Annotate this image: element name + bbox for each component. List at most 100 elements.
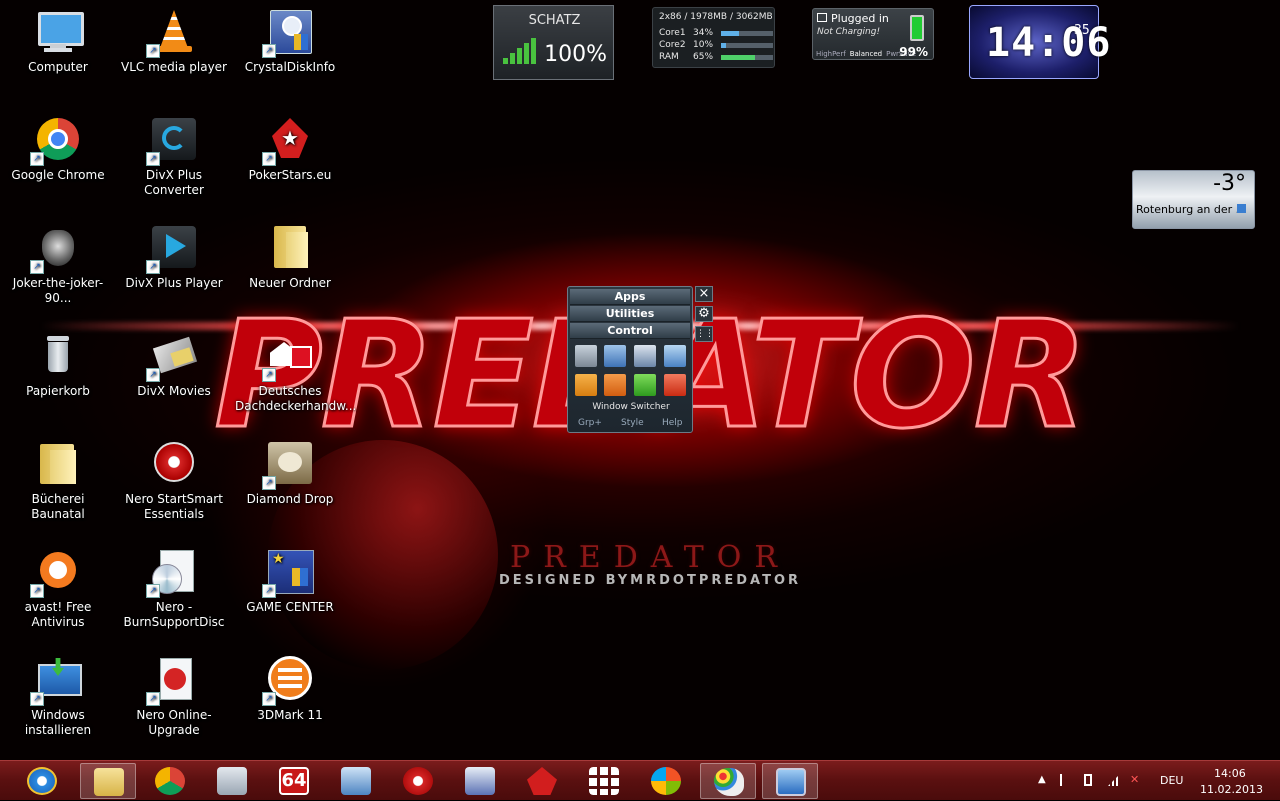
desktop-icon-pokerstars[interactable]: ★ ↗ PokerStars.eu [235,116,345,183]
power-mode-balanced[interactable]: Balanced [850,50,882,58]
weather-gadget[interactable]: -3° Rotenburg an der ... [1132,170,1255,229]
launcher-tab-utilities[interactable]: Utilities [570,306,690,322]
taskbar-calculator[interactable] [204,763,260,799]
clock-time: 14:06 [986,20,1112,66]
desktop-icon-game-center[interactable]: ★ ↗ GAME CENTER [235,548,345,615]
desktop-icon-neuer-ordner[interactable]: Neuer Ordner [235,224,345,291]
desktop-icon-divx-player[interactable]: ↗ DivX Plus Player [119,224,229,291]
input-language[interactable]: DEU [1160,774,1183,787]
taskbar-64bit[interactable]: 64 [266,763,322,799]
lock-icon[interactable] [575,374,597,396]
calculator-icon [217,767,247,795]
file-explorer-icon [94,768,124,796]
desktop-icon-nero-burnsupport[interactable]: ↗ Nero - BurnSupportDisc [119,548,229,630]
volume-muted-icon[interactable]: ✕ [1130,774,1142,786]
network-icon[interactable] [664,345,686,367]
desktop-icon-vlc[interactable]: ↗ VLC media player [119,8,229,75]
launcher-tab-control[interactable]: Control [570,323,690,339]
taskbar-paint[interactable] [700,763,756,799]
desktop-icon-label: DivX Plus Converter [144,168,204,197]
taskbar-chrome[interactable] [142,763,198,799]
action-center-flag-icon[interactable] [1060,774,1074,786]
wrench-icon[interactable]: ⚙ [695,306,713,322]
power-tray-icon[interactable] [1084,774,1092,786]
taskbar-remote-desktop[interactable] [762,763,818,799]
cpu-row-bar-fill [721,43,727,48]
desktop-icon-label: DivX Movies [137,384,211,398]
power-mode-highperf[interactable]: HighPerf [816,50,846,58]
web-shortcut-icon: ↗ [262,332,314,382]
taskbar-file-explorer[interactable] [80,763,136,799]
desktop-icon-label: Papierkorb [26,384,90,398]
clock-gadget[interactable]: 14:06 35 [969,5,1110,79]
shutdown-icon[interactable] [664,374,686,396]
desktop-icon-divx-movies[interactable]: ↗ DivX Movies [119,332,229,399]
desktop-icon-diamond-drop[interactable]: ↗ Diamond Drop [235,440,345,507]
taskbar: 64 ▲ ✕ DEU 14:06 11.02.2013 [0,760,1280,800]
launcher-gadget[interactable]: Apps Utilities Control Window Switcher G… [567,286,693,433]
tray-clock-date[interactable]: 11.02.2013 [1200,783,1263,796]
disc-burner-icon [465,767,495,795]
cpu-row-bar [721,43,773,48]
divx-movies-icon: ↗ [146,332,198,382]
taskbar-metro-apps[interactable] [576,763,632,799]
desktop-icon-buecherei[interactable]: Bücherei Baunatal [3,440,113,522]
taskbar-pokerstars[interactable] [514,763,570,799]
power-icon[interactable] [604,374,626,396]
taskbar-disc-burner[interactable] [452,763,508,799]
desktop-icon-computer[interactable]: Computer [3,8,113,75]
folder-icon[interactable] [604,345,626,367]
launcher-footer-style[interactable]: Style [621,418,644,428]
desktop-icon-windows-install[interactable]: ↗ Windows installieren [3,656,113,738]
network-signal-icon[interactable] [1108,774,1120,786]
taskbar-windows[interactable] [638,763,694,799]
desktop-icon-nero-upgrade[interactable]: ↗ Nero Online-Upgrade [119,656,229,738]
close-icon[interactable]: × [695,286,713,302]
desktop-icon-label: Deutsches Dachdeckerhandw... [235,384,357,413]
display-icon[interactable] [634,345,656,367]
show-hidden-icons-icon[interactable]: ▲ [1038,774,1050,786]
windows-install-icon: ↗ [30,656,82,706]
taskbar-internet-explorer[interactable] [14,763,70,799]
desktop-icon-dachdecker[interactable]: ↗ Deutsches Dachdeckerhandw... [235,332,357,414]
cpu-row-bar-fill [721,31,739,36]
desktop-icon-joker[interactable]: ↗ Joker-the-joker-90... [3,224,113,306]
desktop-icon-chrome[interactable]: ↗ Google Chrome [3,116,113,183]
taskbar-nero[interactable] [390,763,446,799]
tray-clock-time[interactable]: 14:06 [1214,767,1246,780]
nero-icon [403,767,433,795]
folder-icon [34,440,82,488]
battery-gadget[interactable]: Plugged in Not Charging! HighPerf Balance… [812,8,934,60]
restart-icon[interactable] [634,374,656,396]
paint-icon [714,768,744,796]
desktop-icon-recycle-bin[interactable]: Papierkorb [3,332,113,399]
desktop-icon-label: Nero - BurnSupportDisc [123,600,225,629]
launcher-footer-help[interactable]: Help [662,418,683,428]
desktop-icon-3dmark[interactable]: ↗ 3DMark 11 [235,656,345,723]
taskbar-network-settings[interactable] [328,763,384,799]
cpu-row-label: Core2 [659,40,686,50]
desktop-icon-label: CrystalDiskInfo [244,60,336,74]
window-switcher-label[interactable]: Window Switcher [568,402,694,412]
windows-logo-icon [651,767,681,795]
system-tray: ▲ ✕ DEU 14:06 11.02.2013 [1030,761,1280,801]
desktop-icon-crystaldiskinfo[interactable]: ↗ CrystalDiskInfo [235,8,345,75]
cpu-row-value: 34% [693,28,714,38]
wallpaper-credit: DESIGNED BYMRDOTPREDATOR [498,573,802,588]
cpu-row-bar-fill [721,55,755,60]
wifi-gadget[interactable]: SCHATZ 100% [493,5,614,80]
battery-status: Plugged in [831,12,889,25]
weather-info-icon[interactable] [1237,204,1246,213]
divx-player-icon: ↗ [146,224,198,274]
desktop-icon-avast[interactable]: ↗ avast! Free Antivirus [3,548,113,630]
drag-grip-icon[interactable]: ⋮⋮ [695,326,714,342]
cpu-meter-gadget[interactable]: 2x86 / 1978MB / 3062MB Core1 34% Core2 1… [652,7,775,68]
launcher-footer-grp[interactable]: Grp+ [578,418,602,428]
recycle-bin-icon [34,332,82,380]
recycle-icon[interactable] [575,345,597,367]
desktop-icon-nero-startsmart[interactable]: Nero StartSmart Essentials [119,440,229,522]
vlc-icon: ↗ [146,8,198,58]
desktop-icon-divx-converter[interactable]: ↗ DivX Plus Converter [119,116,229,198]
desktop-icon-label: GAME CENTER [246,600,334,614]
launcher-tab-apps[interactable]: Apps [570,289,690,305]
